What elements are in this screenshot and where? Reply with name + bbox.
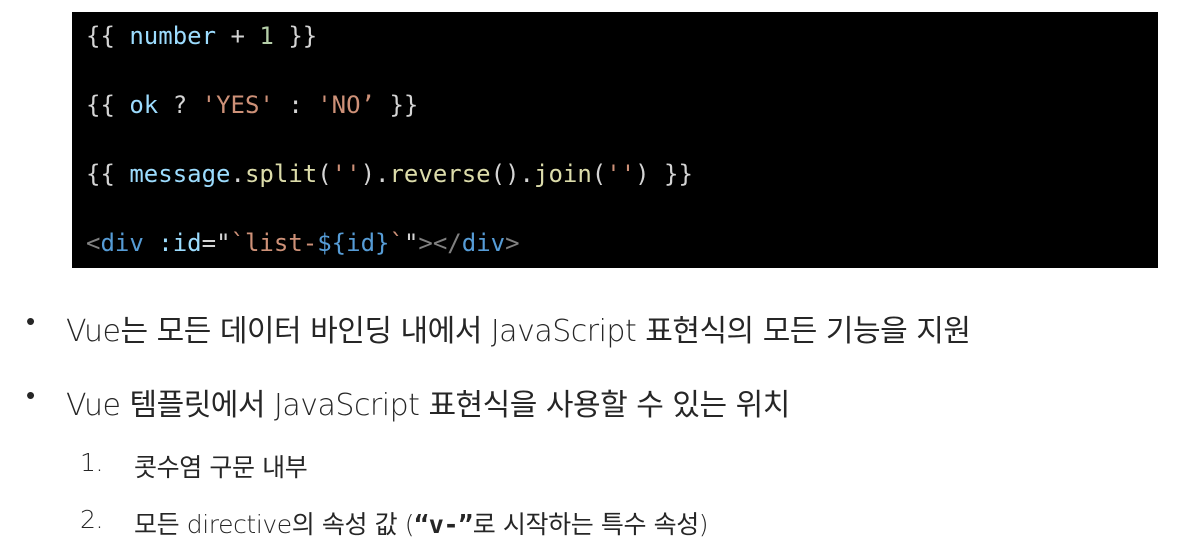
- code-token: ": [403, 229, 419, 257]
- code-token: `: [389, 229, 404, 257]
- code-line-div-binding: <div :id="`list-${id}`"></div>: [86, 228, 520, 258]
- item-text-before: 모든 directive의 속성 값 (: [134, 510, 415, 539]
- code-token: (: [591, 160, 607, 188]
- code-token: :id: [158, 229, 202, 257]
- code-token: {{: [86, 160, 130, 188]
- code-token: {{: [86, 91, 130, 119]
- code-token: :: [273, 91, 318, 119]
- code-line-number-plus-one: {{ number + 1 }}: [86, 21, 317, 51]
- code-token: ): [635, 160, 650, 188]
- code-token: ></: [418, 229, 462, 257]
- code-token: reverse: [389, 160, 491, 188]
- code-token: 'YES': [201, 91, 274, 119]
- code-token: <: [86, 229, 101, 257]
- code-token: message: [129, 160, 231, 188]
- code-token: 1: [259, 22, 274, 50]
- code-token: {{: [86, 22, 130, 50]
- bullet-text: Vue 템플릿에서 JavaScript 표현식을 사용할 수 있는 위치: [66, 388, 790, 423]
- bullet-dot: •: [26, 381, 35, 411]
- code-token: '': [331, 160, 361, 188]
- code-token: ().: [490, 160, 534, 188]
- bullet-text: Vue는 모든 데이터 바인딩 내에서 JavaScript 표현식의 모든 기…: [66, 314, 971, 349]
- code-token: >: [505, 229, 520, 257]
- code-line-method-chain: {{ message.split('').reverse().join('') …: [86, 159, 693, 189]
- item-number: 2.: [80, 505, 104, 534]
- code-token: ok: [129, 91, 159, 119]
- item-number: 1.: [80, 448, 104, 477]
- code-token: }}: [649, 160, 693, 188]
- bullet-dot: •: [26, 307, 35, 337]
- item-text: 콧수염 구문 내부: [134, 453, 308, 482]
- code-token: `list-: [230, 229, 318, 257]
- item-text-after: 로 시작하는 특수 속성): [472, 510, 709, 539]
- code-block: {{ number + 1 }} {{ ok ? 'YES' : 'NO’ }}…: [72, 12, 1158, 268]
- code-token: ).: [360, 160, 390, 188]
- item-text: 모든 directive의 속성 값 (“v-”로 시작하는 특수 속성): [134, 505, 709, 541]
- code-token: number: [129, 22, 217, 50]
- code-token: }}: [273, 22, 318, 50]
- inline-code: “v-”: [414, 510, 473, 539]
- code-token: ?: [158, 91, 202, 119]
- code-token: 'NO’: [317, 91, 376, 119]
- code-token: .: [230, 160, 245, 188]
- code-token: div: [100, 229, 144, 257]
- code-token: +: [216, 22, 260, 50]
- code-token: '': [606, 160, 636, 188]
- code-token: join: [534, 160, 592, 188]
- code-token: (: [317, 160, 332, 188]
- code-token: div: [461, 229, 506, 257]
- code-line-ternary: {{ ok ? 'YES' : 'NO’ }}: [86, 90, 418, 120]
- code-token: split: [244, 160, 318, 188]
- code-token: }}: [375, 91, 419, 119]
- code-token: ${id}: [317, 229, 390, 257]
- code-token: =": [201, 229, 231, 257]
